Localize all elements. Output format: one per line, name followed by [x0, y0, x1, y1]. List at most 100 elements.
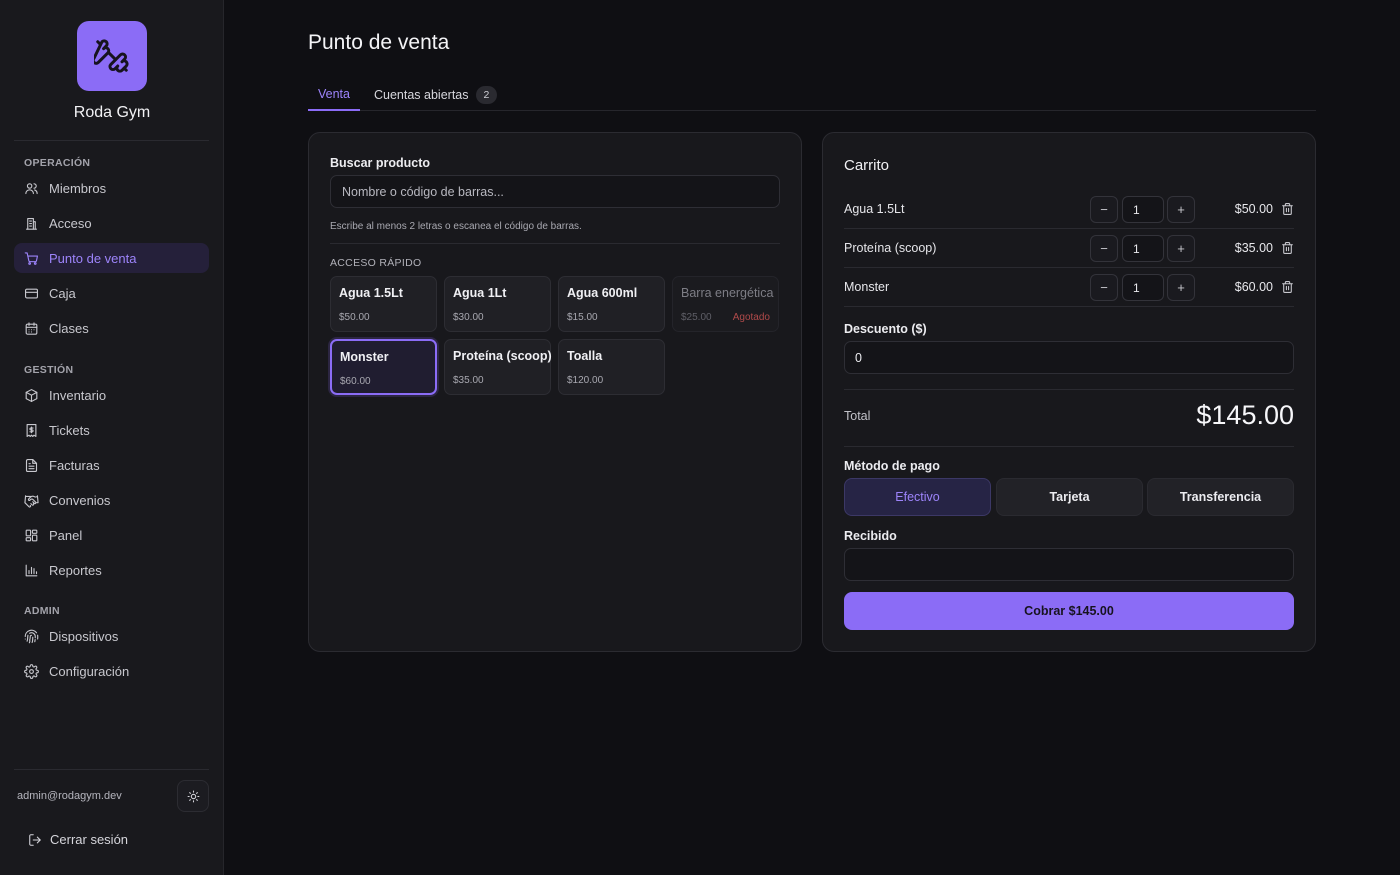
product-price: $30.00 — [453, 312, 484, 323]
sidebar-item-label: Miembros — [49, 180, 107, 196]
sidebar-item-label: Clases — [49, 320, 89, 336]
panel-divider — [330, 243, 780, 244]
app-logo[interactable] — [77, 21, 147, 91]
discount-input[interactable]: 0 — [844, 341, 1294, 374]
sidebar-item-label: Caja — [49, 285, 76, 301]
sidebar: Roda Gym OPERACIÓN Miembros Acceso Punto… — [0, 0, 224, 875]
received-label: Recibido — [844, 529, 897, 543]
search-hint: Escribe al menos 2 letras o escanea el c… — [330, 221, 582, 232]
charge-button[interactable]: Cobrar $145.00 — [844, 592, 1294, 630]
sidebar-item-label: Dispositivos — [49, 628, 119, 644]
product-tile[interactable]: Agua 600ml $15.00 — [558, 276, 665, 332]
tab-label: Venta — [318, 86, 350, 101]
handshake-icon — [24, 494, 39, 508]
product-price: $50.00 — [339, 312, 370, 323]
sidebar-item-label: Panel — [49, 527, 83, 543]
product-name: Toalla — [567, 349, 603, 363]
logout-icon — [29, 833, 41, 846]
product-tile-out-of-stock: Barra energética $25.00 Agotado — [672, 276, 779, 332]
product-name: Monster — [340, 350, 389, 364]
sidebar-item-configuracion[interactable]: Configuración — [14, 656, 209, 686]
qty-input[interactable]: 1 — [1122, 196, 1164, 223]
sidebar-item-acceso[interactable]: Acceso — [14, 208, 209, 238]
box-icon — [25, 388, 38, 402]
increase-qty-button[interactable]: + — [1167, 274, 1195, 301]
sidebar-item-label: Configuración — [49, 663, 130, 679]
sidebar-item-reportes[interactable]: Reportes — [14, 555, 209, 585]
sidebar-item-label: Convenios — [49, 492, 111, 508]
sidebar-item-facturas[interactable]: Facturas — [14, 450, 209, 480]
sidebar-item-dispositivos[interactable]: Dispositivos — [14, 621, 209, 651]
total-label: Total — [844, 409, 871, 423]
product-name: Proteína (scoop) — [453, 349, 552, 363]
users-icon — [25, 182, 38, 194]
trash-icon[interactable] — [1281, 280, 1294, 294]
sidebar-item-caja[interactable]: Caja — [14, 278, 209, 308]
cart-item-row: Monster − 1 + $60.00 — [844, 268, 1294, 307]
product-tile[interactable]: Agua 1Lt $30.00 — [444, 276, 551, 332]
product-name: Agua 1Lt — [453, 286, 507, 300]
increase-qty-button[interactable]: + — [1167, 196, 1195, 223]
sidebar-item-inventario[interactable]: Inventario — [14, 380, 209, 410]
received-input[interactable] — [844, 548, 1294, 581]
sidebar-item-convenios[interactable]: Convenios — [14, 485, 209, 515]
bar-chart-icon — [25, 564, 38, 576]
decrease-qty-button[interactable]: − — [1090, 235, 1118, 262]
trash-icon[interactable] — [1281, 241, 1294, 255]
sidebar-item-label: Tickets — [49, 422, 90, 438]
cart-item-name: Proteína (scoop) — [844, 241, 937, 255]
tab-cuentas-abiertas[interactable]: Cuentas abiertas 2 — [374, 78, 498, 111]
sidebar-item-tickets[interactable]: Tickets — [14, 415, 209, 445]
dumbbell-icon — [94, 39, 129, 73]
product-price: $35.00 — [453, 375, 484, 386]
tab-label: Cuentas abiertas — [374, 87, 469, 102]
search-label: Buscar producto — [330, 156, 431, 170]
trash-icon[interactable] — [1281, 202, 1294, 216]
cart-item-row: Agua 1.5Lt − 1 + $50.00 — [844, 190, 1294, 229]
product-name: Agua 1.5Lt — [339, 286, 403, 300]
dashboard-icon — [25, 529, 38, 541]
sidebar-item-label: Punto de venta — [49, 250, 137, 266]
payment-method-label: Método de pago — [844, 459, 940, 473]
section-label-gestion: GESTIÓN — [24, 364, 74, 376]
discount-label: Descuento ($) — [844, 322, 927, 336]
qty-input[interactable]: 1 — [1122, 274, 1164, 301]
sidebar-item-clases[interactable]: Clases — [14, 313, 209, 343]
payment-cash-button[interactable]: Efectivo — [844, 478, 991, 516]
tab-venta[interactable]: Venta — [308, 78, 360, 111]
product-name: Barra energética — [681, 286, 774, 300]
count-badge: 2 — [475, 85, 498, 104]
calendar-icon — [25, 321, 38, 335]
search-input[interactable] — [330, 175, 780, 208]
tab-bar: Venta Cuentas abiertas 2 — [308, 78, 1316, 111]
receipt-icon — [26, 423, 37, 437]
product-price: $120.00 — [567, 375, 604, 386]
page-title: Punto de venta — [308, 31, 450, 54]
quick-access-label: ACCESO RÁPIDO — [330, 257, 422, 269]
qty-input[interactable]: 1 — [1122, 235, 1164, 262]
credit-card-icon — [25, 288, 38, 298]
sidebar-item-label: Reportes — [49, 562, 102, 578]
sidebar-item-label: Acceso — [49, 215, 92, 231]
product-price: $25.00 — [681, 312, 712, 323]
sidebar-item-punto-de-venta[interactable]: Punto de venta — [14, 243, 209, 273]
file-text-icon — [25, 458, 38, 472]
logout-button[interactable]: Cerrar sesión — [28, 832, 128, 847]
product-tile[interactable]: Agua 1.5Lt $50.00 — [330, 276, 437, 332]
sidebar-item-panel[interactable]: Panel — [14, 520, 209, 550]
total-amount: $145.00 — [1196, 400, 1294, 430]
increase-qty-button[interactable]: + — [1167, 235, 1195, 262]
decrease-qty-button[interactable]: − — [1090, 196, 1118, 223]
sidebar-item-miembros[interactable]: Miembros — [14, 173, 209, 203]
cart-item-row: Proteína (scoop) − 1 + $35.00 — [844, 229, 1294, 268]
product-tile[interactable]: Proteína (scoop) $35.00 — [444, 339, 552, 395]
payment-transfer-button[interactable]: Transferencia — [1147, 478, 1294, 516]
payment-card-button[interactable]: Tarjeta — [996, 478, 1143, 516]
product-tile[interactable]: Toalla $120.00 — [558, 339, 665, 395]
product-panel: Buscar producto Escribe al menos 2 letra… — [308, 132, 802, 652]
cart-item-total: $50.00 — [1234, 202, 1273, 216]
product-tile-selected[interactable]: Monster $60.00 — [330, 339, 437, 395]
theme-toggle-button[interactable] — [177, 780, 209, 812]
decrease-qty-button[interactable]: − — [1090, 274, 1118, 301]
product-price: $60.00 — [340, 376, 371, 387]
